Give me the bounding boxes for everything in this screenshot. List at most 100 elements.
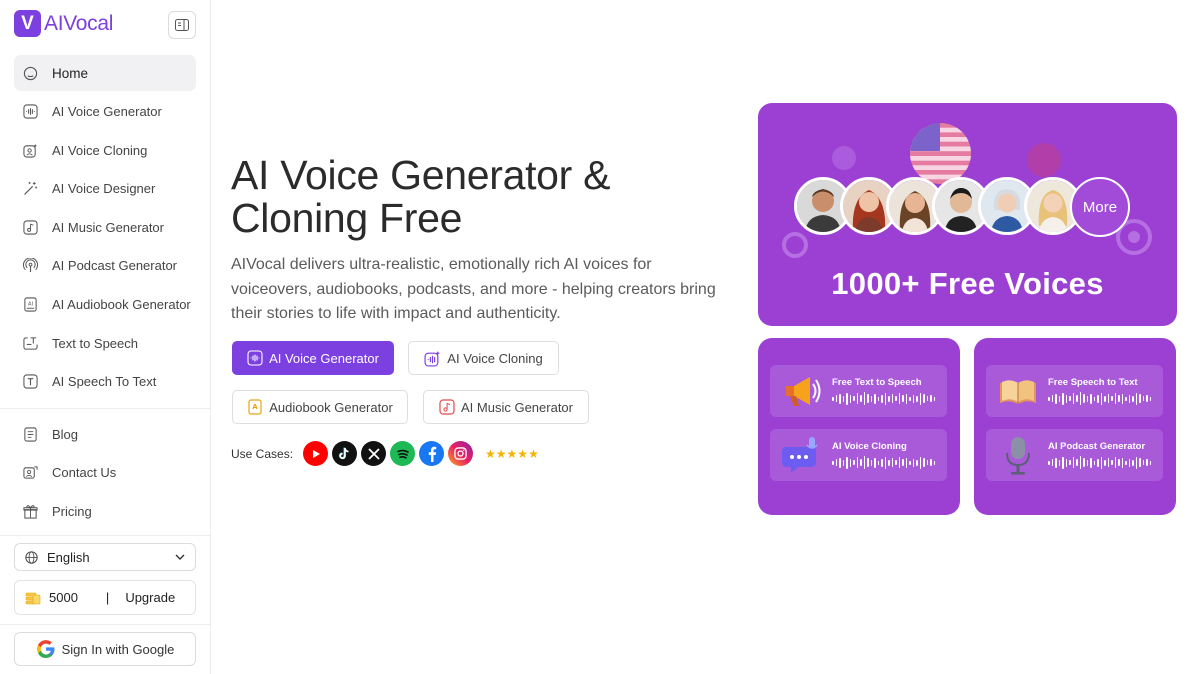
- waveform-bar: [1132, 459, 1134, 466]
- waveform-bar: [1149, 460, 1151, 465]
- sidebar-toggle-icon: [175, 19, 189, 31]
- main-nav: Home AI Voice Generator AI Voice Cloning…: [14, 55, 196, 402]
- waveform-bar: [1076, 395, 1078, 402]
- waveform-bar: [1132, 395, 1134, 402]
- waveform-bar: [1135, 392, 1137, 405]
- voice-avatars: More: [794, 177, 1130, 237]
- nav-item-home[interactable]: Home: [14, 55, 196, 91]
- language-select[interactable]: English: [14, 543, 196, 571]
- free-text-to-speech-item[interactable]: Free Text to Speech: [770, 365, 947, 417]
- waveform-bar: [1055, 457, 1057, 468]
- text-to-speech-icon: [22, 335, 38, 351]
- x-icon[interactable]: [361, 441, 387, 466]
- voice-clone-icon: [22, 142, 38, 158]
- waveform-bar: [1090, 393, 1092, 404]
- music-note-icon: [439, 399, 455, 415]
- ai-music-generator-button[interactable]: AI Music Generator: [423, 390, 589, 424]
- youtube-icon[interactable]: [303, 441, 329, 466]
- waveform-bar: [1048, 396, 1050, 401]
- gift-icon: [22, 503, 38, 519]
- waveform-bar: [891, 458, 893, 467]
- instagram-icon[interactable]: [448, 441, 474, 466]
- chat-bubble-icon: [782, 437, 818, 473]
- facebook-icon[interactable]: [419, 441, 445, 466]
- nav-item-ai-voice-generator[interactable]: AI Voice Generator: [14, 94, 196, 130]
- hero-title: AI Voice Generator & Cloning Free: [231, 152, 611, 241]
- feature-title: AI Voice Cloning: [832, 440, 907, 452]
- waveform-bar: [1139, 458, 1141, 467]
- feature-card-left: Free Text to Speech AI Voice Cloning: [758, 338, 960, 515]
- waveform-bar: [930, 459, 932, 466]
- button-label: Audiobook Generator: [269, 399, 393, 415]
- waveform-bar: [926, 460, 928, 465]
- nav-item-ai-voice-designer[interactable]: AI Voice Designer: [14, 171, 196, 207]
- podcast-icon: [22, 258, 38, 274]
- main-content: AI Voice Generator & Cloning Free AIVoca…: [211, 0, 1200, 674]
- more-voices-button[interactable]: More: [1070, 177, 1130, 237]
- feature-title: AI Podcast Generator: [1048, 440, 1146, 452]
- ai-voice-cloning-item[interactable]: AI Voice Cloning: [770, 429, 947, 481]
- waveform-bar: [1062, 456, 1064, 469]
- nav-item-label: Contact Us: [52, 465, 117, 481]
- nav-item-pricing[interactable]: Pricing: [14, 493, 196, 529]
- waveform-bar: [853, 396, 855, 401]
- sign-in-google-button[interactable]: Sign In with Google: [14, 632, 196, 666]
- waveform-bar: [919, 392, 921, 405]
- nav-item-ai-podcast-generator[interactable]: AI Podcast Generator: [14, 248, 196, 284]
- ai-voice-cloning-button[interactable]: AI Voice Cloning: [408, 341, 559, 375]
- waveform-bar: [881, 458, 883, 467]
- ai-podcast-generator-item[interactable]: AI Podcast Generator: [986, 429, 1163, 481]
- tiktok-icon[interactable]: [332, 441, 358, 466]
- waveform-bar: [877, 396, 879, 401]
- waveform-bar: [905, 457, 907, 468]
- nav-item-label: Text to Speech: [52, 335, 138, 351]
- waveform-bar: [909, 396, 911, 401]
- megaphone-icon: [786, 377, 821, 406]
- waveform-bar: [1065, 394, 1067, 403]
- waveform-bar: [898, 457, 900, 468]
- waveform-bar: [1128, 394, 1130, 403]
- waveform-bar: [884, 456, 886, 469]
- spotify-icon[interactable]: [390, 441, 416, 466]
- feature-title: Free Text to Speech: [832, 376, 922, 388]
- waveform-bar: [1086, 459, 1088, 466]
- waveform-bar: [1079, 392, 1081, 405]
- waveform-bar: [926, 396, 928, 401]
- nav-item-text-to-speech[interactable]: Text to Speech: [14, 325, 196, 361]
- voice-clone-icon: [424, 350, 441, 367]
- google-icon: [36, 640, 55, 658]
- magic-wand-icon: [22, 181, 38, 197]
- waveform-bar: [933, 460, 935, 465]
- collapse-sidebar-button[interactable]: [168, 11, 196, 39]
- language-value: English: [47, 549, 90, 565]
- brand[interactable]: V AIVocal: [14, 10, 113, 37]
- nav-item-label: AI Audiobook Generator: [52, 297, 191, 313]
- nav-item-label: Home: [52, 65, 89, 81]
- free-speech-to-text-item[interactable]: Free Speech to Text: [986, 365, 1163, 417]
- waveform-bar: [916, 459, 918, 466]
- waveform-bar: [870, 459, 872, 466]
- free-voices-card[interactable]: More 1000+ Free Voices: [758, 103, 1177, 326]
- waveform-bar: [912, 394, 914, 403]
- audiobook-generator-button[interactable]: A Audiobook Generator: [232, 390, 408, 424]
- waveform-bar: [1065, 458, 1067, 467]
- feature-card-right: Free Speech to Text AI Podcast Generator: [974, 338, 1176, 515]
- nav-item-blog[interactable]: Blog: [14, 416, 196, 452]
- waveform-bar: [933, 396, 935, 401]
- nav-item-contact-us[interactable]: Contact Us: [14, 455, 196, 491]
- nav-item-ai-audiobook-generator[interactable]: AI AI Audiobook Generator: [14, 287, 196, 323]
- secondary-nav: Blog Contact Us Pricing: [14, 416, 196, 532]
- upgrade-link[interactable]: Upgrade: [125, 590, 175, 605]
- waveform-bar: [923, 394, 925, 403]
- ai-voice-generator-button[interactable]: AI Voice Generator: [232, 341, 394, 375]
- waveform-bar: [1069, 460, 1071, 465]
- nav-item-ai-music-generator[interactable]: AI Music Generator: [14, 209, 196, 245]
- microphone-icon: [1006, 437, 1030, 475]
- nav-item-ai-voice-cloning[interactable]: AI Voice Cloning: [14, 132, 196, 168]
- button-label: AI Music Generator: [461, 399, 573, 415]
- waveform-bar: [1121, 393, 1123, 404]
- waveform-bar: [1083, 394, 1085, 403]
- audiobook-icon: A: [248, 399, 262, 415]
- waveform-bar: [1142, 396, 1144, 401]
- nav-item-ai-speech-to-text[interactable]: AI Speech To Text: [14, 364, 196, 400]
